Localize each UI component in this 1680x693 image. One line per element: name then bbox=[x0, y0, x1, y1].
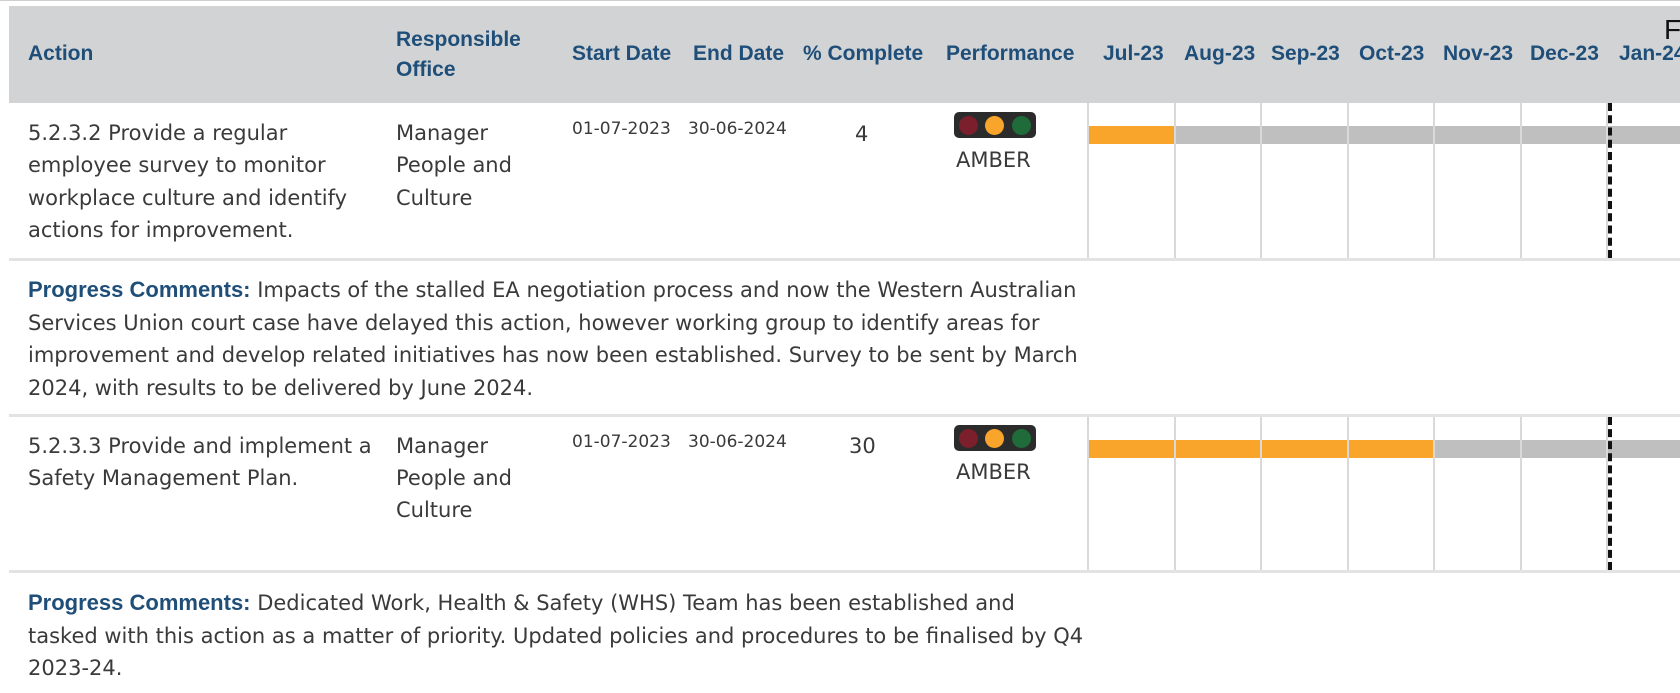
action-text-line: 5.2.3.2 Provide a regular bbox=[28, 121, 288, 145]
row-divider bbox=[9, 570, 1680, 573]
traffic-light-icon bbox=[954, 112, 1036, 138]
gantt-month-gridline bbox=[1173, 103, 1176, 258]
header-month-nov: Nov-23 bbox=[1443, 42, 1514, 65]
amber-light bbox=[985, 116, 1004, 135]
office-text-line: People and bbox=[396, 153, 512, 177]
header-month-dec: Dec-23 bbox=[1530, 42, 1599, 65]
office-text-line: Manager bbox=[396, 434, 489, 458]
header-month-aug: Aug-23 bbox=[1184, 42, 1256, 65]
performance-status: AMBER bbox=[956, 148, 1031, 172]
action-text-line: employee survey to monitor bbox=[28, 153, 326, 177]
end-date: 30-06-2024 bbox=[688, 432, 787, 452]
start-date: 01-07-2023 bbox=[572, 119, 671, 139]
gantt-month-gridline bbox=[1433, 103, 1435, 258]
end-date: 30-06-2024 bbox=[688, 119, 787, 139]
gantt-month-gridline bbox=[1260, 103, 1262, 258]
gantt-month-gridline bbox=[1260, 417, 1262, 570]
gantt-month-gridline bbox=[1346, 417, 1349, 570]
amber-light bbox=[985, 429, 1004, 448]
office-text-line: Culture bbox=[396, 498, 473, 522]
gantt-month-gridline bbox=[1087, 103, 1089, 258]
progress-comment-1: Progress Comments: Impacts of the stalle… bbox=[28, 274, 1088, 404]
gantt-month-gridline bbox=[1346, 103, 1349, 258]
red-light bbox=[959, 116, 978, 135]
performance-status: AMBER bbox=[956, 460, 1031, 484]
gantt-month-gridline bbox=[1173, 417, 1176, 570]
header-responsible-line1: Responsible bbox=[396, 28, 521, 51]
top-border bbox=[0, 0, 1680, 5]
pct-complete-value: 30 bbox=[849, 434, 876, 458]
gantt-month-gridline bbox=[1433, 417, 1435, 570]
gantt-month-gridline bbox=[1519, 417, 1522, 570]
action-text-line: 5.2.3.3 Provide and implement a bbox=[28, 434, 372, 458]
header-responsible-line2: Office bbox=[396, 58, 456, 81]
header-month-jul: Jul-23 bbox=[1103, 42, 1164, 65]
red-light bbox=[959, 429, 978, 448]
header-start-date: Start Date bbox=[572, 42, 672, 65]
progress-comment-2: Progress Comments: Dedicated Work, Healt… bbox=[28, 587, 1088, 685]
header-pct-complete: % Complete bbox=[803, 42, 924, 65]
gantt-month-gridline bbox=[1087, 417, 1089, 570]
comment-label: Progress Comments: bbox=[28, 277, 251, 302]
green-light bbox=[1012, 429, 1031, 448]
action-text-line: Safety Management Plan. bbox=[28, 466, 299, 490]
green-light bbox=[1012, 116, 1031, 135]
action-text-line: actions for improvement. bbox=[28, 218, 294, 242]
gantt-month-gridline bbox=[1519, 103, 1522, 258]
header-performance: Performance bbox=[946, 42, 1075, 65]
traffic-light-icon bbox=[954, 425, 1036, 451]
header-end-date: End Date bbox=[693, 42, 785, 65]
header-action: Action bbox=[28, 42, 94, 65]
gantt-remaining-bar bbox=[1088, 126, 1680, 144]
gantt-progress-bar bbox=[1088, 126, 1175, 144]
comment-label: Progress Comments: bbox=[28, 590, 251, 615]
gantt-timeline-row-2 bbox=[1087, 417, 1680, 570]
action-text-line: workplace culture and identify bbox=[28, 186, 348, 210]
gantt-timeline-row-1 bbox=[1087, 103, 1680, 258]
office-text-line: People and bbox=[396, 466, 512, 490]
header-month-sep: Sep-23 bbox=[1271, 42, 1340, 65]
pct-complete-value: 4 bbox=[855, 122, 869, 146]
header-month-oct: Oct-23 bbox=[1359, 42, 1425, 65]
gantt-today-marker bbox=[1608, 417, 1612, 570]
office-text-line: Culture bbox=[396, 186, 473, 210]
gantt-today-marker bbox=[1608, 103, 1612, 258]
start-date: 01-07-2023 bbox=[572, 432, 671, 452]
office-text-line: Manager bbox=[396, 121, 489, 145]
row-divider bbox=[9, 258, 1680, 261]
corner-glyph: F bbox=[1664, 14, 1680, 45]
